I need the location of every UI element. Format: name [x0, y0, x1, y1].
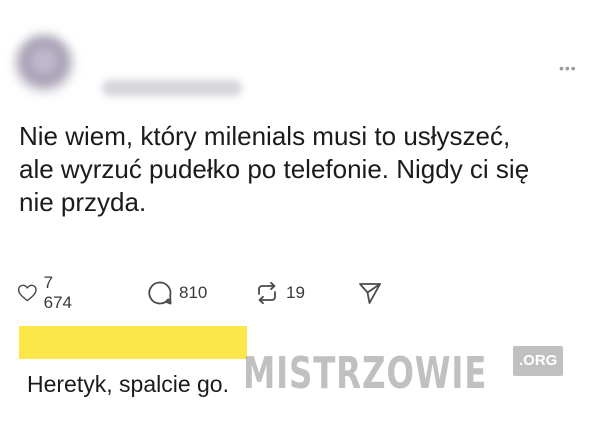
repost-button[interactable]: 19	[254, 279, 305, 307]
yellow-highlight-bar	[19, 326, 247, 359]
watermark-tag: .ORG	[513, 346, 564, 376]
comment-count: 810	[179, 283, 208, 302]
like-button[interactable]: 7 674	[17, 273, 77, 312]
repost-icon	[258, 281, 276, 305]
avatar[interactable]	[14, 34, 74, 94]
site-watermark: MISTRZOWIE .ORG	[243, 340, 564, 399]
reply-text: Heretyk, spalcie go.	[27, 371, 229, 397]
more-dots-icon[interactable]: •••	[559, 61, 589, 75]
repost-count: 19	[286, 283, 305, 302]
like-count: 7 674	[43, 273, 72, 312]
post-header: •••	[14, 24, 589, 96]
post-text: Nie wiem, który milenials musi to usłysz…	[19, 121, 530, 217]
send-icon	[359, 283, 381, 304]
share-button[interactable]	[357, 279, 383, 307]
username-blurred[interactable]	[102, 80, 242, 96]
heart-icon	[17, 284, 37, 302]
watermark-text: MISTRZOWIE	[243, 348, 488, 399]
post-card: ••• Nie wiem, który milenials musi to us…	[0, 0, 600, 431]
comment-bubble-icon	[148, 281, 172, 305]
comment-button[interactable]: 810	[147, 279, 207, 307]
